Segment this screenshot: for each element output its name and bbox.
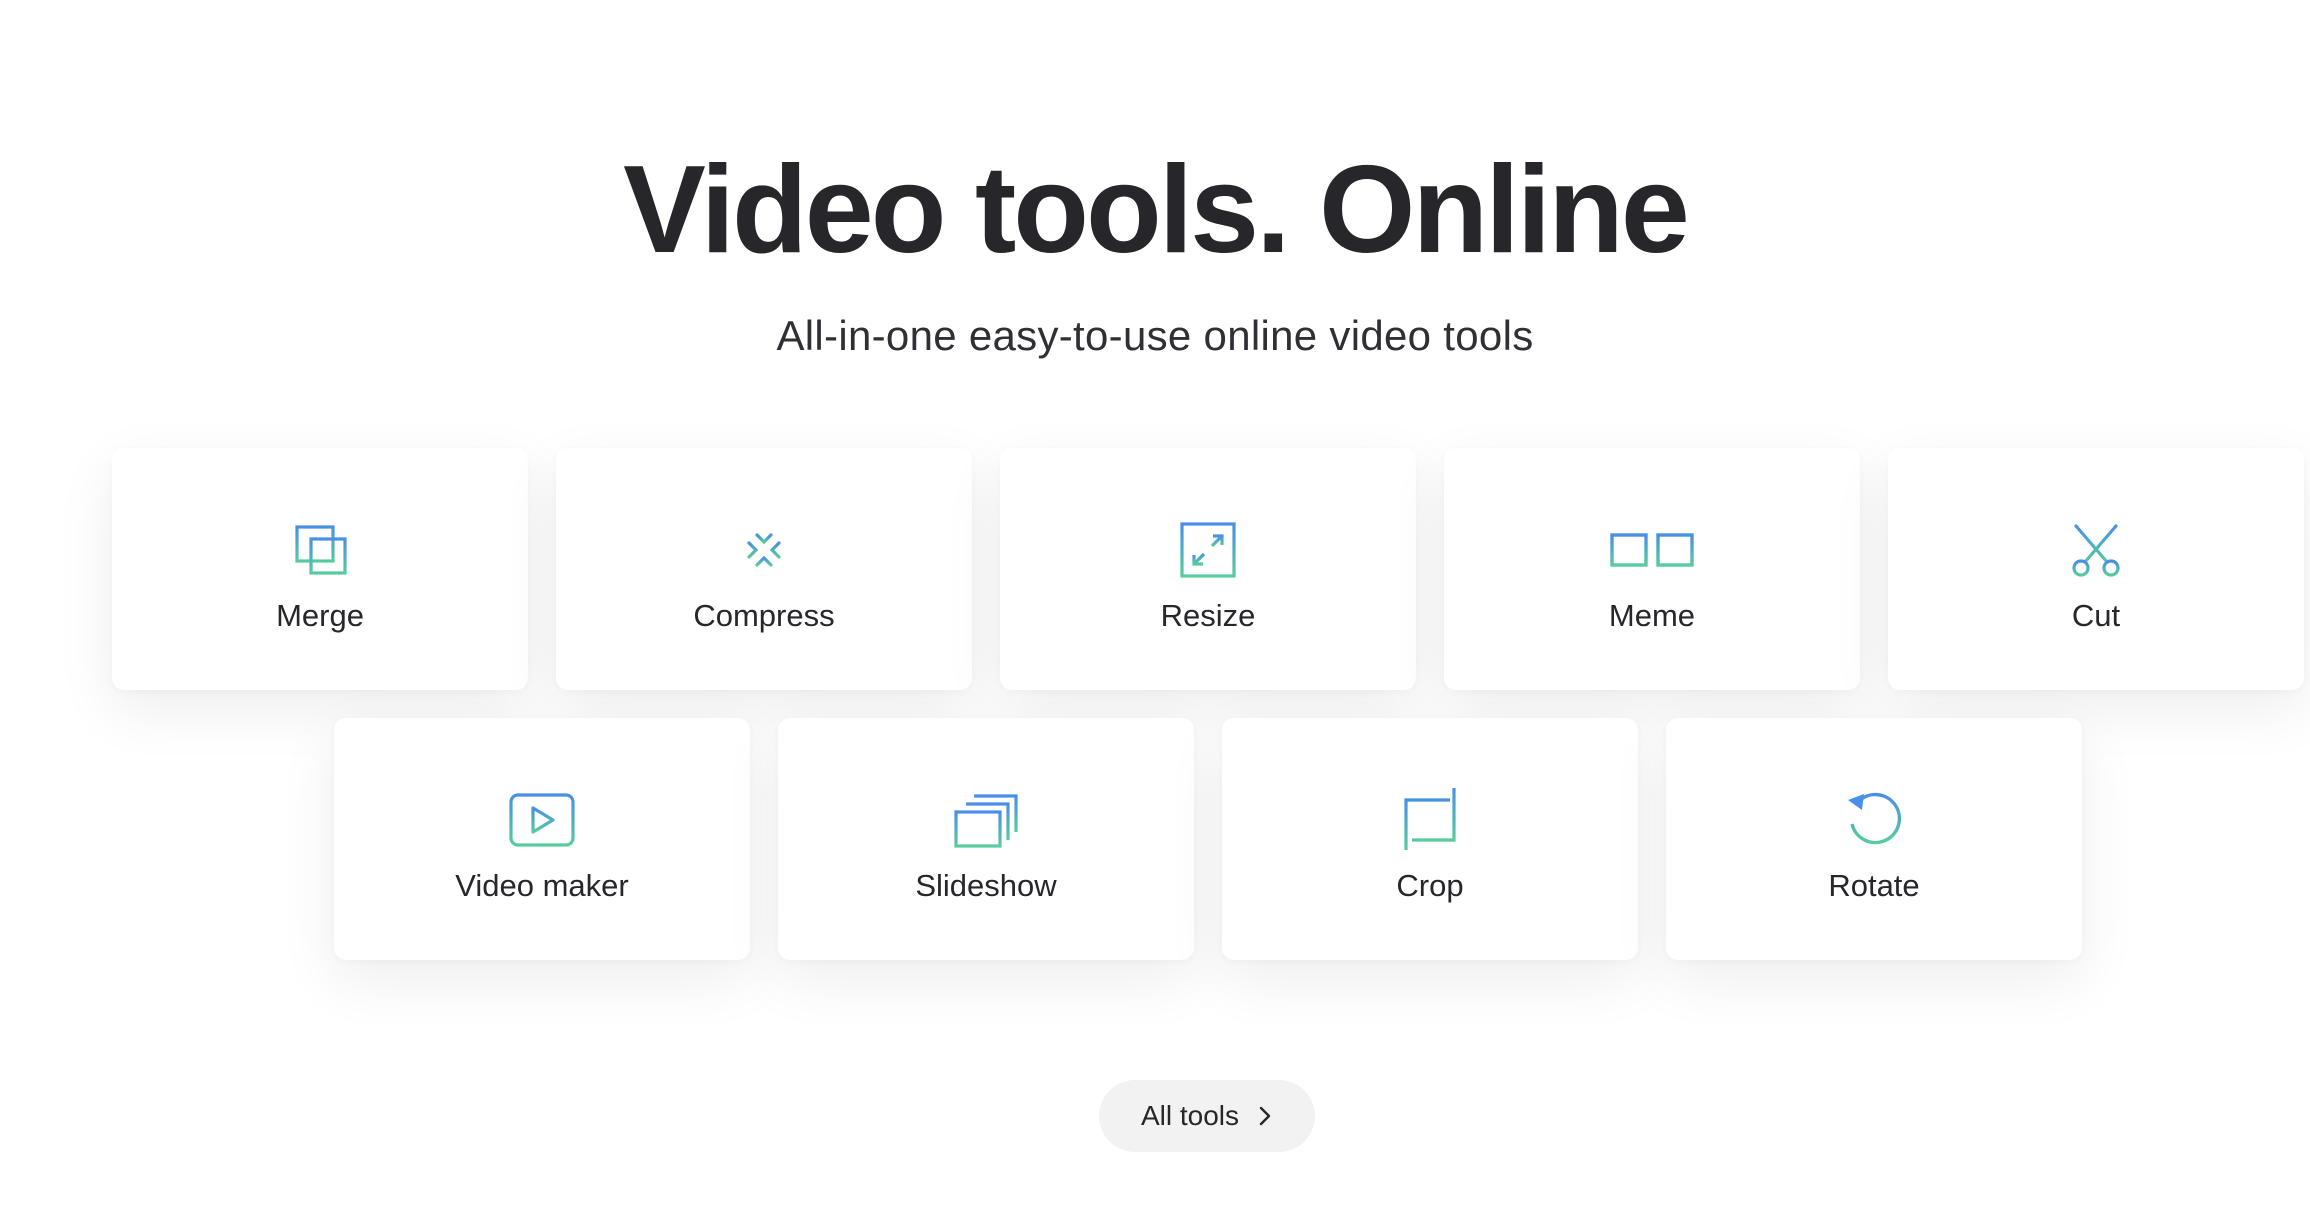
tool-label: Crop <box>1396 868 1464 903</box>
tool-label: Compress <box>693 598 835 633</box>
merge-icon <box>288 518 352 582</box>
rotate-icon <box>1842 788 1906 852</box>
slideshow-icon <box>954 788 1018 852</box>
crop-icon <box>1398 788 1462 852</box>
tool-label: Video maker <box>455 868 629 903</box>
tool-card-cut[interactable]: Cut <box>1888 448 2304 690</box>
tool-card-crop[interactable]: Crop <box>1222 718 1638 960</box>
tool-card-meme[interactable]: Meme <box>1444 448 1860 690</box>
tool-card-resize[interactable]: Resize <box>1000 448 1416 690</box>
tool-label: Cut <box>2071 598 2121 633</box>
all-tools-button[interactable]: All tools <box>1099 1080 1315 1152</box>
page-title: Video tools. Online <box>623 141 1690 279</box>
tool-label: Slideshow <box>915 868 1057 903</box>
all-tools-label: All tools <box>1140 1100 1240 1131</box>
resize-icon <box>1176 518 1240 582</box>
page: Video tools. Online All-in-one easy-to-u… <box>0 0 2310 1226</box>
play-icon <box>509 788 575 852</box>
chevron-right-icon <box>1259 1106 1271 1126</box>
tool-label: Resize <box>1160 598 1256 633</box>
tool-card-rotate[interactable]: Rotate <box>1666 718 2082 960</box>
scissors-icon <box>2064 518 2128 582</box>
tool-card-slideshow[interactable]: Slideshow <box>778 718 1194 960</box>
compress-icon <box>730 516 798 584</box>
tool-card-video-maker[interactable]: Video maker <box>334 718 750 960</box>
page-subtitle: All-in-one easy-to-use online video tool… <box>776 312 1534 359</box>
tool-label: Meme <box>1608 598 1696 633</box>
glasses-icon <box>1602 518 1702 582</box>
tool-label: Merge <box>276 598 364 633</box>
tool-label: Rotate <box>1828 868 1920 903</box>
tool-card-compress[interactable]: Compress <box>556 448 972 690</box>
tool-card-merge[interactable]: Merge <box>112 448 528 690</box>
